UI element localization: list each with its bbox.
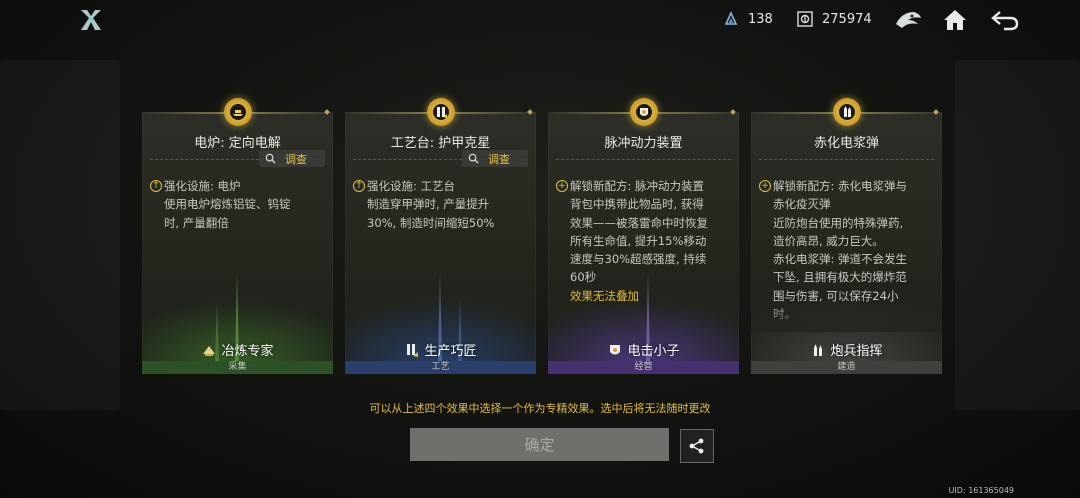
shell-icon — [832, 98, 861, 126]
share-button[interactable] — [680, 429, 714, 463]
specialization-card-plasma-shell[interactable]: 赤化电浆弹 + 解锁新配方: 赤化电浆弹与 赤化疫灭弹 近防炮台使用的特殊弹药, … — [751, 98, 942, 374]
specialist-label: 电击小子 — [548, 340, 739, 359]
description-line: 速度与30%超感强度, 持续 — [570, 252, 707, 267]
investigate-label: 调查 — [488, 152, 510, 166]
electric-badge-icon — [610, 344, 621, 354]
share-icon — [689, 438, 704, 454]
confirm-button[interactable]: 确定 — [410, 428, 669, 461]
category-tag: 建造 — [751, 361, 942, 374]
description-line: 解锁新配方: 脉冲动力装置 — [570, 179, 705, 193]
card-title: 工艺台: 护甲克星 — [390, 136, 491, 151]
description-line: 近防炮台使用的特殊弹药, — [773, 215, 904, 230]
description-line: 60秒 — [570, 270, 597, 285]
card-title: 脉冲动力装置 — [604, 136, 683, 151]
crystal-counter: 138 — [722, 10, 773, 28]
specialist-name: 炮兵指挥 — [830, 344, 883, 359]
user-id: UID: 161365049 — [948, 486, 1014, 495]
card-description: + 解锁新配方: 脉冲动力装置 背包中携带此物品时, 获得 效果——被落雷命中时恢… — [556, 177, 731, 305]
credit-icon — [796, 10, 814, 28]
card-description: ↑ 强化设施: 工艺台 制造穿甲弹时, 产量提升 30%, 制造时间缩短50% — [353, 177, 528, 232]
description-line: 强化设施: 工艺台 — [367, 179, 456, 193]
description-line: 造价高昂, 威力巨大。 — [773, 233, 884, 248]
category-tag: 工艺 — [345, 361, 536, 374]
crystal-icon — [722, 10, 740, 28]
game-logo-icon[interactable] — [79, 8, 103, 32]
credit-count: 275974 — [822, 11, 872, 27]
specialization-card-smelting[interactable]: 电炉: 定向电解 调查 ↑ 强化设施: 电炉 使用电炉熔炼铝锭、钨锭 时, 产量翻… — [142, 98, 333, 374]
category-tag: 采集 — [142, 361, 333, 374]
specialist-label: 生产巧匠 — [345, 340, 536, 359]
home-icon[interactable] — [940, 6, 970, 34]
specialist-name: 冶炼专家 — [221, 344, 274, 359]
crystal-count: 138 — [748, 11, 773, 27]
description-line: 所有生命值, 提升15%移动 — [570, 233, 707, 248]
description-line: 下坠, 且拥有极大的爆炸范 — [773, 270, 907, 285]
investigate-button[interactable]: 调查 — [462, 150, 528, 167]
category-tag: 经营 — [548, 361, 739, 374]
background-panel — [955, 60, 1080, 410]
anvil-icon — [223, 98, 252, 126]
artillery-badge-icon — [814, 343, 823, 356]
craftsman-badge-icon — [407, 343, 419, 357]
divider — [759, 159, 934, 160]
faction-emblem-icon[interactable] — [893, 6, 923, 34]
description-line: 赤化疫灭弹 — [773, 197, 831, 212]
selection-hint: 可以从上述四个效果中选择一个作为专精效果。选中后将无法随时更改 — [369, 402, 711, 415]
description-line: 赤化电浆弹: 弹道不会发生 — [773, 252, 908, 267]
description-line: 背包中携带此物品时, 获得 — [570, 197, 704, 212]
description-line: 效果——被落雷命中时恢复 — [570, 215, 708, 230]
upgrade-icon: ↑ — [150, 180, 162, 193]
specialization-card-pulse-device[interactable]: 脉冲动力装置 + 解锁新配方: 脉冲动力装置 背包中携带此物品时, 获得 效果——… — [548, 98, 739, 374]
divider — [556, 159, 731, 160]
search-icon — [468, 153, 479, 164]
specialization-card-crafting[interactable]: 工艺台: 护甲克星 调查 ↑ 强化设施: 工艺台 制造穿甲弹时, 产量提升 30%… — [345, 98, 536, 374]
smelter-badge-icon — [203, 345, 216, 356]
card-title: 电炉: 定向电解 — [194, 136, 281, 151]
description-line: 使用电炉熔炼铝锭、钨锭 — [164, 197, 291, 212]
unlock-icon: + — [556, 180, 568, 193]
description-line: 30%, 制造时间缩短50% — [367, 215, 495, 230]
description-line: 解锁新配方: 赤化电浆弹与 — [773, 179, 908, 193]
specialist-label: 冶炼专家 — [142, 340, 333, 359]
unlock-icon: + — [759, 180, 771, 193]
upgrade-icon: ↑ — [353, 180, 365, 193]
ammo-icon — [426, 98, 455, 126]
card-title: 赤化电浆弹 — [813, 136, 879, 151]
investigate-button[interactable]: 调查 — [259, 150, 325, 167]
search-icon — [265, 153, 276, 164]
description-line: 制造穿甲弹时, 产量提升 — [367, 197, 490, 212]
description-line: 时, 产量翻倍 — [164, 215, 229, 230]
specialist-name: 电击小子 — [627, 344, 680, 359]
scroll-fade — [751, 302, 942, 332]
effect-note: 效果无法叠加 — [570, 288, 639, 303]
specialist-label: 炮兵指挥 — [751, 340, 942, 359]
investigate-label: 调查 — [285, 152, 307, 166]
pulse-device-icon — [629, 98, 658, 126]
description-line: 强化设施: 电炉 — [164, 179, 241, 193]
credit-counter: 275974 — [796, 10, 872, 28]
card-description: ↑ 强化设施: 电炉 使用电炉熔炼铝锭、钨锭 时, 产量翻倍 — [150, 177, 325, 232]
specialist-name: 生产巧匠 — [424, 344, 477, 359]
background-panel — [0, 60, 120, 410]
back-icon[interactable] — [990, 6, 1020, 34]
